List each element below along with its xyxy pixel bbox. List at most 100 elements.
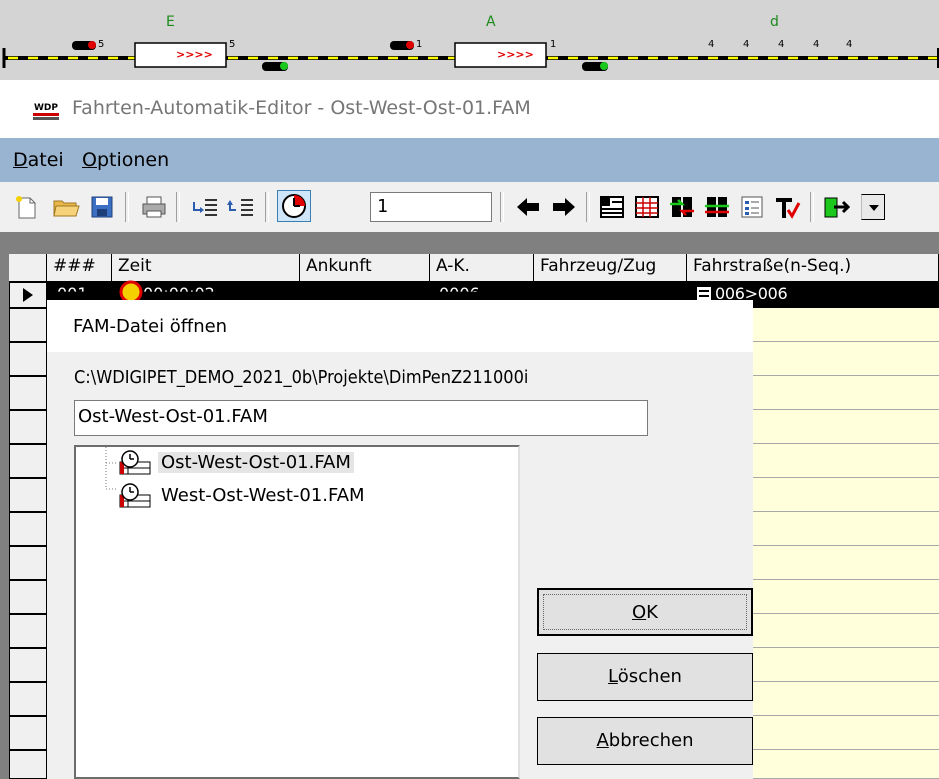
table-cell[interactable] xyxy=(753,614,939,648)
table-cell[interactable] xyxy=(753,342,939,376)
menu-optionen[interactable]: Optionen xyxy=(82,149,169,171)
focus-rect xyxy=(543,594,747,630)
cancel-label: bbrechen xyxy=(608,730,694,751)
tree-lines xyxy=(105,447,118,490)
save-icon[interactable] xyxy=(88,194,116,220)
window-titlebar[interactable]: WDP Fahrten-Automatik-Editor - Ost-West-… xyxy=(0,80,939,138)
block-e-arrows: >>>> xyxy=(176,48,213,61)
filename-input[interactable]: Ost-West-Ost-01.FAM xyxy=(74,400,648,436)
menu-optionen-label: ptionen xyxy=(96,149,170,171)
row-header[interactable] xyxy=(9,750,47,779)
open-fam-dialog: FAM-Datei öffnen C:\WDIGIPET_DEMO_2021_0… xyxy=(47,300,753,779)
header-col-ak[interactable]: A-K. xyxy=(430,254,534,282)
menu-datei-label: atei xyxy=(27,149,64,171)
header-col-zeit[interactable]: Zeit xyxy=(112,254,300,282)
header-corner xyxy=(9,254,47,282)
row-header[interactable] xyxy=(9,376,47,410)
table-cell[interactable] xyxy=(753,410,939,444)
table-cell[interactable] xyxy=(753,478,939,512)
track-label-a: A xyxy=(486,14,496,30)
signal-green-2 xyxy=(582,62,608,71)
header-col-fahrstrasse[interactable]: Fahrstraße(n-Seq.) xyxy=(687,254,939,282)
arrow-left-icon[interactable] xyxy=(514,194,542,220)
table-cell[interactable] xyxy=(753,716,939,750)
toolbar: 1 xyxy=(0,182,939,232)
row-header[interactable] xyxy=(9,546,47,580)
swap-icon[interactable] xyxy=(668,194,696,220)
row-header[interactable] xyxy=(9,444,47,478)
table-cell[interactable] xyxy=(753,648,939,682)
toolbar-separator xyxy=(125,192,129,222)
row-header[interactable] xyxy=(9,342,47,376)
delete-row-icon[interactable] xyxy=(227,194,255,220)
exit-icon[interactable] xyxy=(822,194,850,220)
t-check-icon[interactable] xyxy=(773,194,801,220)
combobox-dropdown-button[interactable] xyxy=(861,194,885,220)
directory-path: C:\WDIGIPET_DEMO_2021_0b\Projekte\DimPen… xyxy=(74,367,529,388)
table-cell[interactable] xyxy=(753,444,939,478)
toolbar-separator xyxy=(176,192,180,222)
signal-red-1 xyxy=(72,41,96,50)
menu-datei-mnemonic: D xyxy=(13,149,28,171)
ok-button[interactable]: OK xyxy=(537,588,753,636)
tree-item-label: West-Ost-West-01.FAM xyxy=(161,485,365,506)
row-header-selected[interactable] xyxy=(9,282,47,308)
number-combobox-value: 1 xyxy=(377,196,388,217)
row-pointer-icon xyxy=(23,288,33,302)
row-header[interactable] xyxy=(9,580,47,614)
chevron-down-icon xyxy=(869,205,879,211)
grid-icon[interactable] xyxy=(633,194,661,220)
insert-row-icon[interactable] xyxy=(191,194,219,220)
number-combobox[interactable]: 1 xyxy=(370,192,885,222)
list-icon[interactable] xyxy=(738,194,766,220)
row-header[interactable] xyxy=(9,410,47,444)
signal-green-1 xyxy=(262,62,288,71)
file-tree[interactable]: Ost-West-Ost-01.FAM West-Ost-West-01.FAM xyxy=(74,445,520,779)
toolbar-separator xyxy=(810,192,814,222)
delete-mnemonic: L xyxy=(608,666,618,687)
svg-text:WDP: WDP xyxy=(34,103,58,113)
block-a-arrows: >>>> xyxy=(497,48,534,61)
table-cell[interactable] xyxy=(753,376,939,410)
dialog-titlebar[interactable]: FAM-Datei öffnen xyxy=(47,300,753,352)
header-col-ankunft[interactable]: Ankunft xyxy=(300,254,430,282)
delete-button[interactable]: Löschen xyxy=(537,653,753,701)
header-col-fahrzeug[interactable]: Fahrzeug/Zug xyxy=(534,254,687,282)
signal-red-2 xyxy=(390,41,414,50)
track-label-e: E xyxy=(166,14,175,30)
track-number: 4 xyxy=(846,39,853,50)
track-number: 4 xyxy=(813,39,820,50)
table-cell[interactable] xyxy=(753,682,939,716)
table-cell[interactable] xyxy=(753,512,939,546)
tracks-icon[interactable] xyxy=(703,194,731,220)
route-table-icon[interactable] xyxy=(598,194,626,220)
track-number: 4 xyxy=(743,39,750,50)
cancel-mnemonic: A xyxy=(596,730,609,751)
table-cell[interactable] xyxy=(753,580,939,614)
menu-optionen-mnemonic: O xyxy=(82,149,97,171)
track-number: 1 xyxy=(416,39,423,50)
row-header[interactable] xyxy=(9,648,47,682)
row-header[interactable] xyxy=(9,716,47,750)
row-header[interactable] xyxy=(9,478,47,512)
row-header[interactable] xyxy=(9,512,47,546)
table-cell[interactable] xyxy=(753,546,939,580)
toolbar-separator xyxy=(500,192,504,222)
print-icon[interactable] xyxy=(140,194,168,220)
new-file-icon[interactable] xyxy=(12,194,40,220)
clock-toggle-button[interactable] xyxy=(277,190,311,222)
track-diagram: E A d >>>> >>>> 5 5 1 1 4 4 4 4 4 xyxy=(0,0,939,80)
cancel-button[interactable]: Abbrechen xyxy=(537,717,753,765)
track-diagram-svg xyxy=(2,41,939,71)
row-header[interactable] xyxy=(9,614,47,648)
arrow-right-icon[interactable] xyxy=(550,194,578,220)
row-header[interactable] xyxy=(9,308,47,342)
table-cell[interactable] xyxy=(753,308,939,342)
open-folder-icon[interactable] xyxy=(52,194,80,220)
window-title: Fahrten-Automatik-Editor - Ost-West-Ost-… xyxy=(72,97,531,119)
header-col-nr[interactable]: ### xyxy=(47,254,112,282)
row-header[interactable] xyxy=(9,682,47,716)
menu-datei[interactable]: Datei xyxy=(13,149,64,171)
toolbar-separator xyxy=(586,192,590,222)
table-cell[interactable] xyxy=(753,750,939,779)
